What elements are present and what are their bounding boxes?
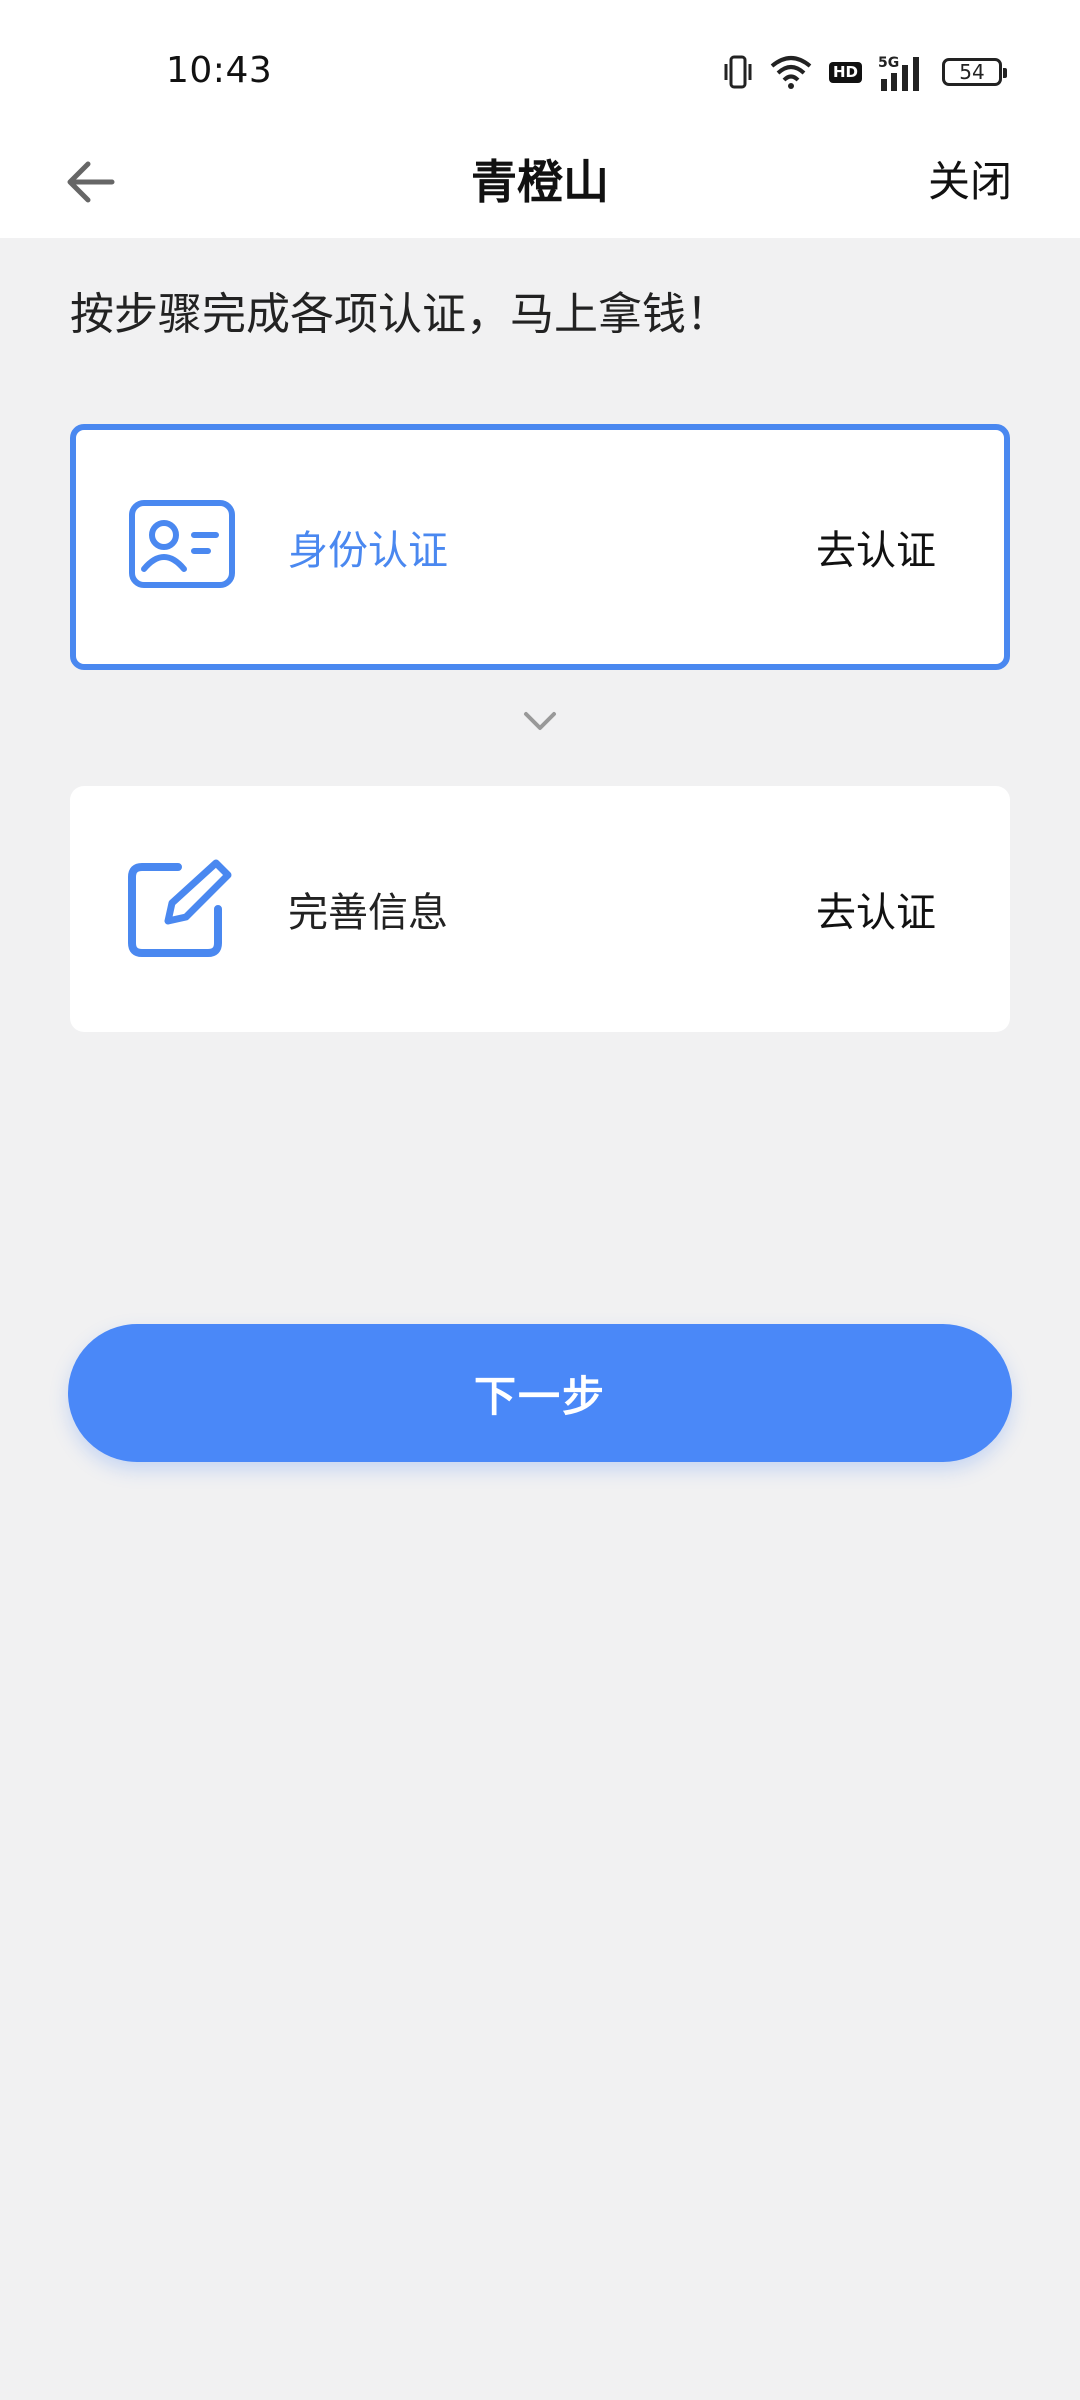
step-label-identity: 身份认证: [288, 528, 448, 574]
status-icons: HD 5G 54: [723, 52, 1007, 92]
wifi-icon: [770, 56, 812, 89]
network-label: 5G: [878, 55, 899, 71]
step-card-info[interactable]: 完善信息 去认证: [70, 786, 1010, 1032]
chevron-down-icon: [524, 712, 556, 730]
hd-badge: HD: [828, 61, 862, 83]
verify-button-info[interactable]: 去认证: [816, 880, 936, 938]
cellular-signal-icon: 5G: [878, 55, 919, 91]
id-card-icon: [129, 500, 235, 588]
verify-button-identity[interactable]: 去认证: [816, 518, 936, 576]
status-bar: 10:43 HD 5G 54: [0, 0, 1080, 132]
status-time: 10:43: [166, 50, 273, 91]
header: 青橙山 关闭: [0, 132, 1080, 238]
edit-icon: [128, 859, 232, 957]
close-button[interactable]: 关闭: [928, 148, 1012, 209]
battery-icon: 54: [942, 58, 1007, 86]
battery-level: 54: [959, 60, 985, 84]
page-title: 青橙山: [471, 155, 609, 209]
step-card-identity[interactable]: 身份认证 去认证: [70, 424, 1010, 670]
vibrate-icon: [724, 55, 752, 89]
step-label-info: 完善信息: [288, 890, 448, 936]
instructions-text: 按步骤完成各项认证，马上拿钱！: [70, 289, 730, 340]
next-step-button[interactable]: 下一步: [68, 1324, 1012, 1462]
